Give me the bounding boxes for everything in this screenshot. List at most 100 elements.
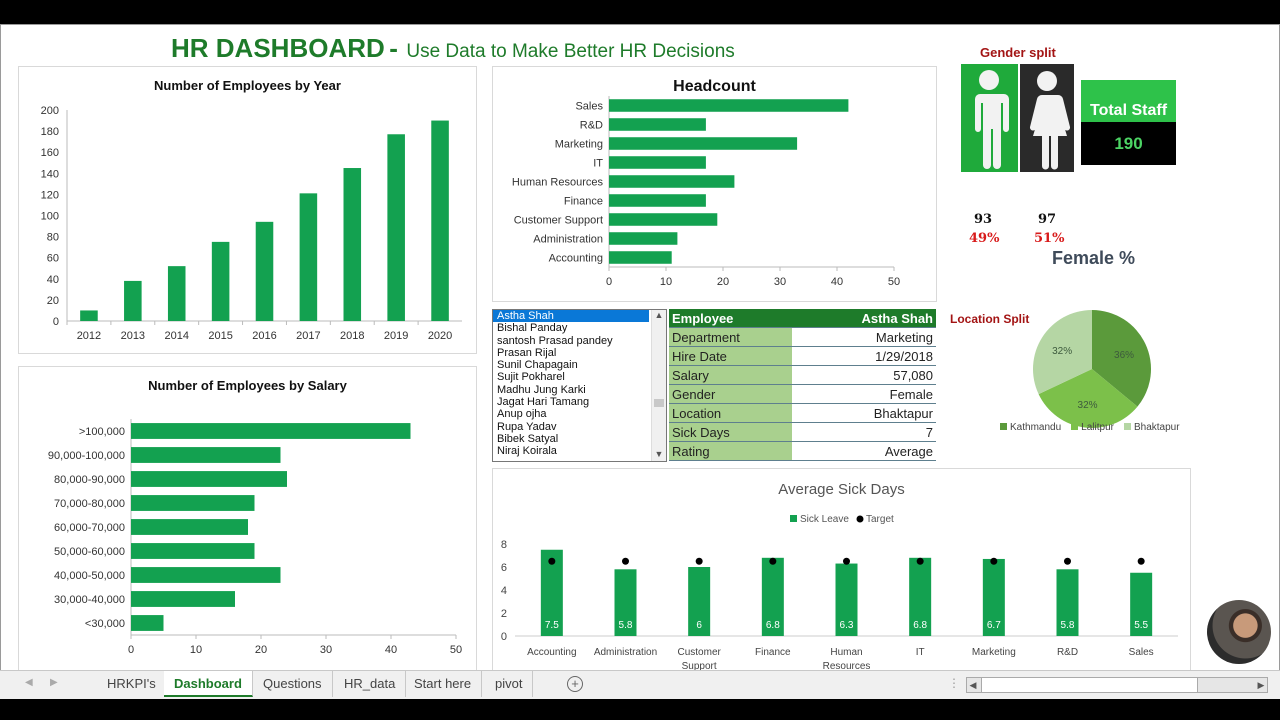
bar [131, 495, 255, 511]
employee-list-item[interactable]: Jagat Hari Tamang [493, 396, 649, 408]
y-tick-label: Customer Support [514, 215, 603, 227]
employee-detail-row: Gender Female [669, 384, 936, 404]
data-label: 6 [696, 620, 702, 631]
employee-list-item[interactable]: Bibek Satyal [493, 433, 649, 445]
employee-list-item[interactable]: Prasan Rijal [493, 347, 649, 359]
y-tick-label: 60,000-70,000 [54, 522, 125, 534]
sheet-tab-bar: ◀ ▶ HRKPI's Dashboard Questions HR_data Star… [0, 670, 1280, 699]
legend-swatch [1071, 423, 1079, 430]
detail-key: Sick Days [669, 422, 792, 442]
employee-header-key: Employee [669, 309, 792, 328]
y-tick-label: 4 [501, 585, 507, 597]
y-tick-label: >100,000 [79, 426, 125, 438]
chart-average-sick-days[interactable]: Average Sick Days Sick Leave Target 0 2 4 6 8 7… [492, 468, 1191, 671]
x-tick-label: 2016 [252, 330, 276, 342]
employee-list-item[interactable]: Astha Shah [493, 310, 649, 323]
y-tick-label: 2 [501, 608, 507, 620]
horizontal-scrollbar[interactable]: ◀ ▶ [966, 677, 1268, 693]
detail-key: Hire Date [669, 346, 792, 366]
bar [343, 168, 362, 321]
scroll-left-icon[interactable]: ◀ [967, 678, 979, 692]
female-location-pie[interactable]: 36% 32% 32% [1027, 304, 1157, 434]
sheet-tab-hrkpi-s[interactable]: HRKPI's [97, 671, 167, 697]
prev-sheet-icon[interactable]: ◀ [25, 677, 33, 688]
chart-employees-by-year[interactable]: Number of Employees by Year 0 20 40 60 80 100… [18, 66, 477, 354]
y-tick-label: 50,000-60,000 [54, 546, 125, 558]
gender-split-title: Gender split [980, 45, 1056, 60]
splitter-handle-icon[interactable]: ⋮ [948, 676, 960, 690]
bar [387, 134, 405, 321]
target-point [916, 557, 924, 565]
x-tick-label: 2019 [384, 330, 408, 342]
employee-list-item[interactable]: Bishal Panday [493, 322, 649, 334]
employee-list-item[interactable]: Anup ojha [493, 408, 649, 420]
employee-list-item[interactable]: Rupa Yadav [493, 421, 649, 433]
employee-listbox[interactable]: Astha Shah Bishal Panday santosh Prasad pa… [492, 309, 667, 462]
data-label: 6.7 [987, 620, 1001, 631]
next-sheet-icon[interactable]: ▶ [50, 677, 58, 688]
employee-list-item[interactable]: Madhu Jung Karki [493, 384, 649, 396]
employee-list-item[interactable]: santosh Prasad pandey [493, 335, 649, 347]
legend-item: Bhaktapur [1123, 422, 1180, 433]
y-tick-label: R&D [580, 120, 603, 132]
y-tick-label: 180 [41, 126, 59, 138]
male-count: 93 [974, 212, 993, 227]
employee-header-value: Astha Shah [792, 309, 936, 328]
y-tick-label: 0 [501, 631, 507, 643]
x-tick-label: Human [830, 647, 862, 658]
sheet-tab-questions[interactable]: Questions [253, 671, 333, 697]
y-tick-label: IT [593, 158, 603, 170]
location-split-label: Location Split [950, 312, 1030, 326]
detail-key: Gender [669, 384, 792, 404]
employee-list-item[interactable]: Sujit Pokharel [493, 371, 649, 383]
detail-key: Salary [669, 365, 792, 385]
data-label: 5.5 [1134, 620, 1148, 631]
sheet-tab-dashboard[interactable]: Dashboard [164, 671, 253, 697]
employee-detail-row: Hire Date 1/29/2018 [669, 346, 936, 366]
y-tick-label: 20 [47, 295, 59, 307]
bar [431, 120, 449, 321]
bar [211, 241, 230, 321]
employee-list-item[interactable]: Sunil Chapagain [493, 359, 649, 371]
add-sheet-icon[interactable]: + [567, 676, 583, 692]
hscroll-thumb[interactable] [981, 678, 1198, 692]
total-staff-value: 190 [1081, 122, 1176, 165]
sheet-tab-start-here[interactable]: Start here [404, 671, 483, 697]
y-tick-label: <30,000 [85, 618, 125, 630]
sheet-tab-hr-data[interactable]: HR_data [334, 671, 407, 697]
target-point [1137, 557, 1145, 565]
detail-key: Location [669, 403, 792, 423]
x-tick-label: 10 [190, 644, 202, 656]
detail-value: Bhaktapur [792, 403, 936, 423]
y-tick-label: 6 [501, 562, 507, 574]
employee-list-item[interactable]: Niraj Koirala [493, 445, 649, 457]
bar [131, 447, 281, 463]
chart-headcount[interactable]: Headcount 0 10 20 30 40 50 Sales R&D Marketing IT… [492, 66, 937, 302]
target-point [548, 557, 556, 565]
sheet-tab-pivot[interactable]: pivot [485, 671, 534, 697]
year-chart-svg: 0 20 40 60 80 100 120 140 160 180 200 2012 2013 2014 2… [41, 105, 462, 342]
data-label: 7.5 [545, 620, 559, 631]
legend-item: Lalitpur [1071, 422, 1114, 433]
x-tick-label: Finance [755, 647, 791, 658]
scroll-thumb[interactable] [654, 399, 664, 407]
bar [124, 280, 142, 321]
scroll-down-icon[interactable]: ▼ [652, 449, 666, 461]
chart-employees-by-salary[interactable]: Number of Employees by Salary 0 10 20 30 40 5… [18, 366, 477, 672]
bar [131, 615, 164, 631]
bar [609, 118, 706, 131]
x-tick-label: 40 [385, 644, 397, 656]
x-tick-label: 2018 [340, 330, 364, 342]
bar [299, 193, 318, 321]
bar [167, 266, 186, 321]
y-tick-label: 40 [47, 274, 59, 286]
x-tick-label: 40 [831, 276, 843, 288]
bar [609, 175, 735, 188]
data-label: 5.8 [619, 620, 633, 631]
scroll-up-icon[interactable]: ▲ [652, 310, 666, 322]
data-label: 5.8 [1061, 620, 1075, 631]
scroll-right-icon[interactable]: ▶ [1255, 678, 1267, 692]
female-tile [1020, 64, 1074, 172]
listbox-scrollbar[interactable]: ▲ ▼ [651, 310, 666, 461]
detail-value: Female [792, 384, 936, 404]
